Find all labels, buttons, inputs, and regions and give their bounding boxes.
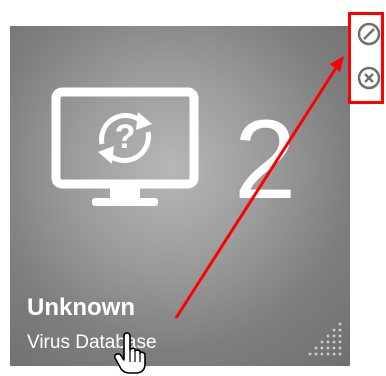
monitor-question-sync-icon: ? <box>51 87 199 206</box>
resize-dots-decoration <box>308 322 342 356</box>
screenshot-stage: ? 2 Unknown Virus Database <box>0 0 386 376</box>
virus-database-tile[interactable]: ? 2 Unknown Virus Database <box>10 26 350 366</box>
remove-icon <box>357 66 381 90</box>
disable-icon <box>357 22 381 46</box>
remove-button[interactable] <box>356 65 382 91</box>
disable-button[interactable] <box>356 21 382 47</box>
tile-actions-highlight <box>348 12 384 104</box>
svg-text:?: ? <box>115 118 136 156</box>
hand-pointer-icon <box>113 332 146 374</box>
item-count: 2 <box>234 97 297 222</box>
status-title: Unknown <box>27 294 135 321</box>
